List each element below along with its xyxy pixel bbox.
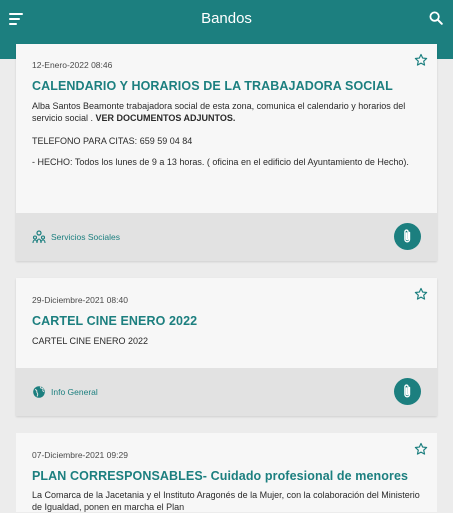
card-title[interactable]: PLAN CORRESPONSABLES- Cuidado profesiona… [32,469,425,483]
paperclip-icon [404,384,411,398]
bando-card[interactable]: 29-Diciembre-2021 08:40 CARTEL CINE ENER… [16,278,437,416]
card-text: La Comarca de la Jacetania y el Institut… [32,490,420,512]
category-label[interactable]: Info General [51,387,98,397]
paperclip-icon [404,229,411,243]
card-intro: Alba Santos Beamonte trabajadora social … [32,100,423,124]
card-phone: TELEFONO PARA CITAS: 659 59 04 84 [32,136,193,146]
card-date: 29-Diciembre-2021 08:40 [32,295,128,305]
card-footer: Info General [16,368,437,416]
card-footer: Servicios Sociales [16,213,437,261]
bando-card[interactable]: 12-Enero-2022 08:46 CALENDARIO Y HORARIO… [16,44,437,261]
card-date: 07-Diciembre-2021 09:29 [32,450,128,460]
card-text: CARTEL CINE ENERO 2022 [32,336,149,346]
attachment-button[interactable] [394,223,421,250]
favorite-star-icon[interactable] [414,287,428,301]
search-icon[interactable] [429,11,443,25]
bando-card[interactable]: 07-Diciembre-2021 09:29 PLAN CORRESPONSA… [16,433,437,512]
card-intro-bold: VER DOCUMENTOS ADJUNTOS. [95,113,236,123]
card-date: 12-Enero-2022 08:46 [32,60,113,70]
favorite-star-icon[interactable] [414,53,428,67]
social-services-icon [32,230,46,244]
card-title[interactable]: CARTEL CINE ENERO 2022 [32,314,425,328]
card-schedule: - HECHO: Todos los lunes de 9 a 13 horas… [32,157,409,167]
favorite-star-icon[interactable] [414,442,428,456]
globe-icon [33,386,45,398]
card-title[interactable]: CALENDARIO Y HORARIOS DE LA TRABAJADORA … [32,79,425,93]
attachment-button[interactable] [394,378,421,405]
category-label[interactable]: Servicios Sociales [51,232,120,242]
page-title: Bandos [201,10,252,27]
